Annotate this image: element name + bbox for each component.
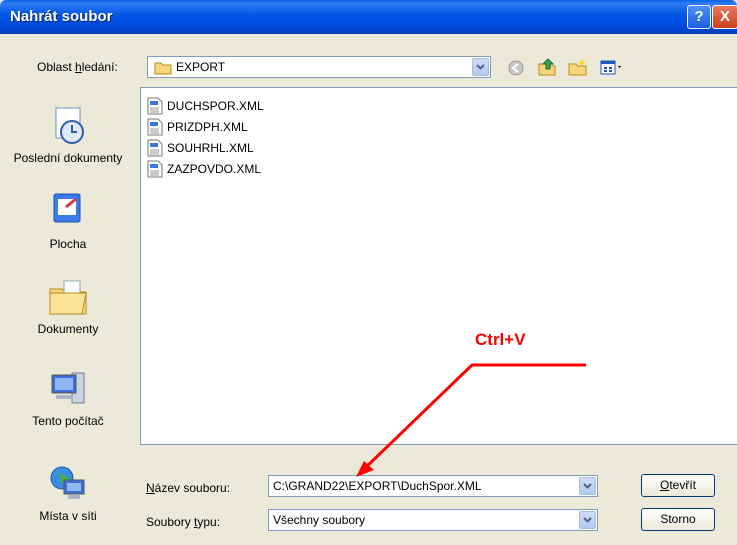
annotation-arrow <box>356 363 586 477</box>
